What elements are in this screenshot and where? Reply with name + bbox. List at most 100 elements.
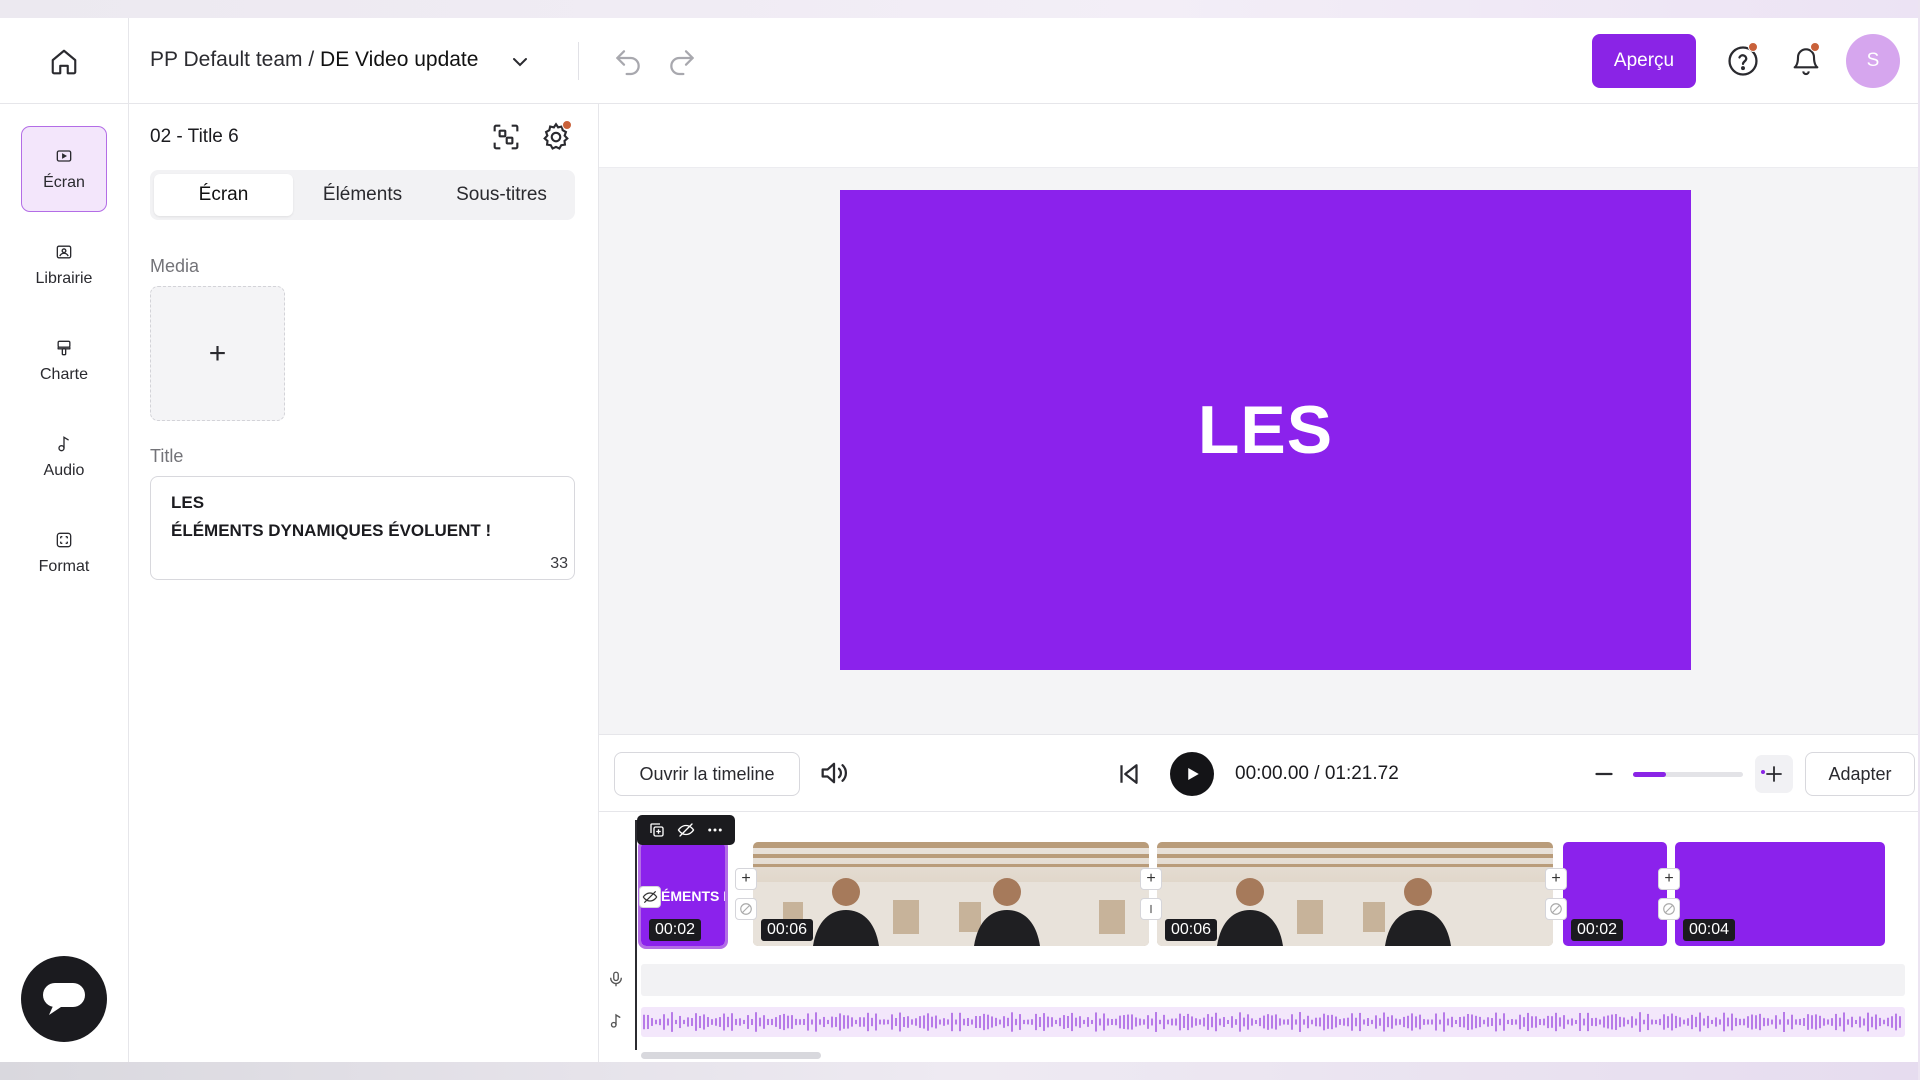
voiceover-track[interactable] — [641, 964, 1905, 996]
timeline-clip-title-2[interactable]: 00:02 — [1563, 842, 1667, 946]
volume-icon[interactable] — [817, 756, 851, 790]
add-clip-icon[interactable]: + — [735, 868, 757, 890]
help-notification-dot — [1748, 42, 1758, 52]
chevron-down-icon[interactable] — [508, 50, 532, 74]
rail-label-audio: Audio — [43, 462, 85, 479]
zoom-slider-fill — [1633, 772, 1666, 777]
rail-label-format: Format — [38, 558, 90, 575]
tab-elements[interactable]: Éléments — [293, 174, 432, 216]
music-track-icon — [610, 1013, 621, 1028]
clip-duration: 00:06 — [1165, 919, 1218, 941]
hide-icon[interactable] — [675, 819, 697, 841]
zoom-in-button[interactable] — [1755, 755, 1793, 793]
title-line-1: LES — [171, 493, 205, 512]
redo-icon[interactable] — [666, 46, 698, 78]
title-line-2: ÉLÉMENTS DYNAMIQUES ÉVOLUENT ! — [171, 521, 492, 540]
add-clip-icon[interactable]: + — [1658, 868, 1680, 890]
rail-item-ecran[interactable]: Écran — [21, 126, 107, 212]
clip-action-toolbar — [637, 815, 735, 845]
more-options-icon[interactable] — [704, 819, 726, 841]
transition-icon[interactable] — [1140, 898, 1162, 920]
character-count: 33 — [550, 555, 568, 572]
transition-icon[interactable] — [1545, 898, 1567, 920]
preview-button[interactable]: Aperçu — [1592, 34, 1696, 88]
skip-to-start-icon[interactable] — [1114, 759, 1144, 789]
timeline-scrollbar[interactable] — [641, 1052, 821, 1059]
zoom-in-icon — [1761, 766, 1782, 782]
current-time: 00:00.00 — [1235, 763, 1309, 784]
top-header: PP Default team / DE Video update Aperçu… — [0, 18, 1918, 104]
rail-item-charte[interactable]: Charte — [21, 318, 107, 404]
notifications-button[interactable] — [1790, 42, 1826, 80]
rail-item-format[interactable]: Format — [21, 510, 107, 596]
window-frame-top — [0, 0, 1920, 18]
preview-stage: LES — [599, 104, 1918, 734]
video-thumbnail — [939, 842, 1149, 946]
layout-frame-icon[interactable] — [489, 120, 523, 154]
project-breadcrumb[interactable]: PP Default team / DE Video update — [150, 48, 478, 72]
music-note-icon — [58, 436, 69, 452]
clip-title-label: ÉMENTS DY — [661, 888, 725, 904]
library-icon — [56, 245, 72, 259]
clip-visibility-icon[interactable] — [639, 886, 661, 908]
breadcrumb-separator: / — [302, 48, 321, 71]
clip-duration: 00:06 — [761, 919, 814, 941]
window-frame-bottom — [0, 1062, 1920, 1080]
properties-panel: 02 - Title 6 Écran Éléments Sous-titres … — [129, 104, 599, 1062]
team-name: PP Default team — [150, 48, 303, 71]
rail-label-librairie: Librairie — [35, 270, 93, 287]
clip-duration: 00:04 — [1683, 919, 1736, 941]
add-media-icon: + — [208, 336, 227, 370]
open-timeline-button[interactable]: Ouvrir la timeline — [614, 752, 800, 796]
zoom-out-icon[interactable] — [1589, 759, 1619, 789]
fit-button[interactable]: Adapter — [1805, 752, 1915, 796]
header-divider — [128, 18, 129, 104]
total-time: 01:21.72 — [1324, 763, 1399, 784]
transition-icon[interactable] — [1658, 898, 1680, 920]
tab-sous-titres[interactable]: Sous-titres — [432, 174, 571, 216]
help-button[interactable] — [1726, 42, 1762, 80]
left-nav-rail: Écran Librairie Charte Audio Format — [0, 104, 129, 1062]
duplicate-icon[interactable] — [646, 819, 668, 841]
stage-topbar — [599, 104, 1918, 168]
preview-title-text[interactable]: LES — [1198, 391, 1333, 469]
title-label: Title — [150, 446, 184, 466]
music-track[interactable] — [641, 1007, 1905, 1037]
home-button[interactable] — [46, 44, 82, 80]
title-text-field[interactable]: LES ÉLÉMENTS DYNAMIQUES ÉVOLUENT ! 33 — [150, 476, 575, 580]
home-icon — [51, 49, 77, 75]
play-button[interactable] — [1170, 752, 1214, 796]
format-icon — [56, 532, 72, 548]
rail-item-audio[interactable]: Audio — [21, 414, 107, 500]
brand-icon — [57, 340, 71, 356]
timeline-clip-title-3[interactable]: 00:04 — [1675, 842, 1885, 946]
timecode: 00:00.00 / 01:21.72 — [1235, 763, 1399, 785]
panel-title: 02 - Title 6 — [150, 126, 239, 147]
rail-item-librairie[interactable]: Librairie — [21, 222, 107, 308]
playback-toolbar: Ouvrir la timeline 00:00.00 / 01:21.72 A… — [599, 734, 1918, 812]
microphone-icon — [610, 971, 622, 987]
timeline-clip-video-1[interactable]: 00:06 — [753, 842, 1149, 946]
add-clip-icon[interactable]: + — [1140, 868, 1162, 890]
settings-button[interactable] — [539, 120, 573, 154]
toolbar-separator — [578, 42, 579, 80]
media-label: Media — [150, 256, 200, 276]
user-avatar[interactable]: S — [1846, 34, 1900, 88]
preview-canvas[interactable]: LES — [840, 190, 1691, 670]
clip-duration: 00:02 — [649, 919, 702, 941]
transition-icon[interactable] — [735, 898, 757, 920]
rail-label-charte: Charte — [39, 366, 89, 383]
add-clip-icon[interactable]: + — [1545, 868, 1567, 890]
settings-notification-dot — [562, 120, 572, 130]
tab-ecran[interactable]: Écran — [154, 174, 293, 216]
zoom-slider[interactable] — [1633, 772, 1743, 777]
undo-icon[interactable] — [612, 46, 644, 78]
timeline-clip-video-2[interactable]: 00:06 — [1157, 842, 1553, 946]
music-waveform — [643, 1012, 1901, 1032]
rail-label-ecran: Écran — [43, 174, 85, 191]
media-dropzone[interactable]: + — [150, 286, 285, 421]
playhead[interactable] — [635, 820, 637, 1050]
chat-support-button[interactable] — [21, 956, 107, 1042]
timeline: ÉMENTS DY 00:02 00:06 + 00:06 + 00:02 + — [599, 812, 1918, 1062]
clip-duration: 00:02 — [1571, 919, 1624, 941]
